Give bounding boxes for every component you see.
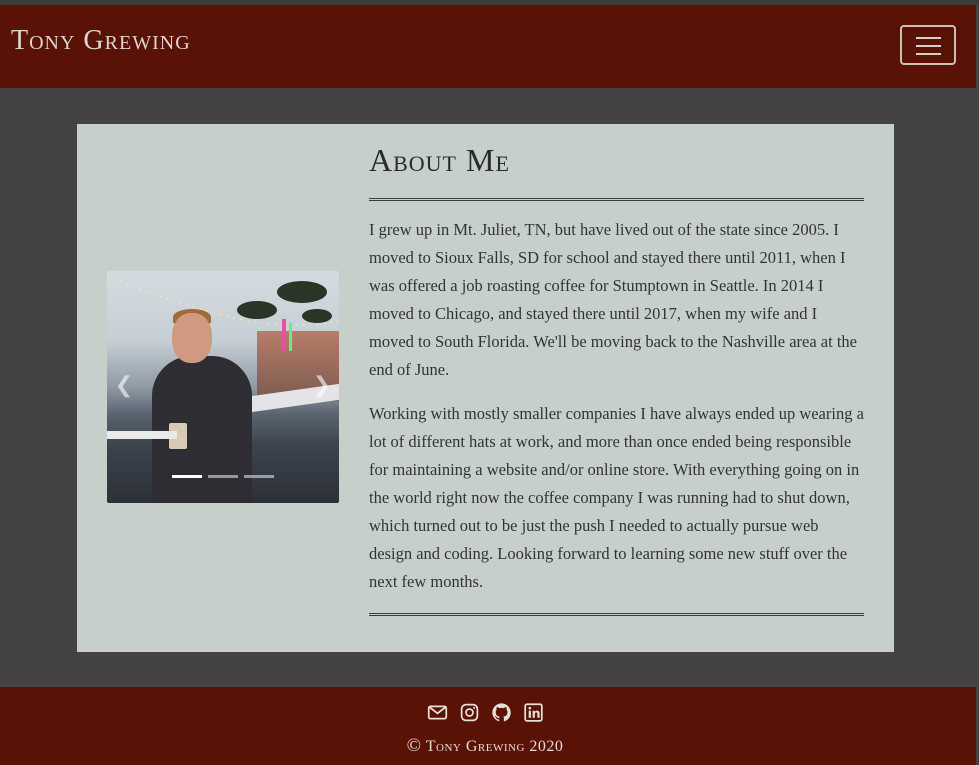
- instagram-icon[interactable]: [459, 702, 480, 723]
- about-card: ❮ ❯ About Me I grew up in Mt. Juliet, TN…: [77, 124, 894, 652]
- chevron-right-icon[interactable]: ❯: [307, 371, 337, 401]
- chevron-left-icon[interactable]: ❮: [109, 371, 139, 401]
- carousel-indicator[interactable]: [208, 475, 238, 478]
- copyright-text: © Tony Grewing 2020: [0, 735, 970, 757]
- social-links: [427, 702, 544, 723]
- footer: © Tony Grewing 2020: [0, 687, 976, 765]
- photo-carousel: ❮ ❯: [107, 271, 339, 503]
- envelope-icon[interactable]: [427, 702, 448, 723]
- github-icon[interactable]: [491, 702, 512, 723]
- about-paragraph-2: Working with mostly smaller companies I …: [369, 404, 864, 591]
- linkedin-icon[interactable]: [523, 702, 544, 723]
- page-title: About Me: [369, 142, 510, 178]
- navbar: Tony Grewing: [0, 5, 976, 88]
- copyright-label: Tony Grewing 2020: [425, 738, 564, 755]
- copyright-icon: ©: [406, 735, 422, 756]
- carousel-indicator[interactable]: [244, 475, 274, 478]
- about-paragraph-1: I grew up in Mt. Juliet, TN, but have li…: [369, 220, 857, 379]
- divider-bottom: [369, 613, 864, 616]
- carousel-indicators: [172, 475, 274, 478]
- brand-logo[interactable]: Tony Grewing: [11, 25, 191, 57]
- carousel-indicator[interactable]: [172, 475, 202, 478]
- divider-top: [369, 198, 864, 201]
- navbar-toggle-button[interactable]: [900, 25, 956, 65]
